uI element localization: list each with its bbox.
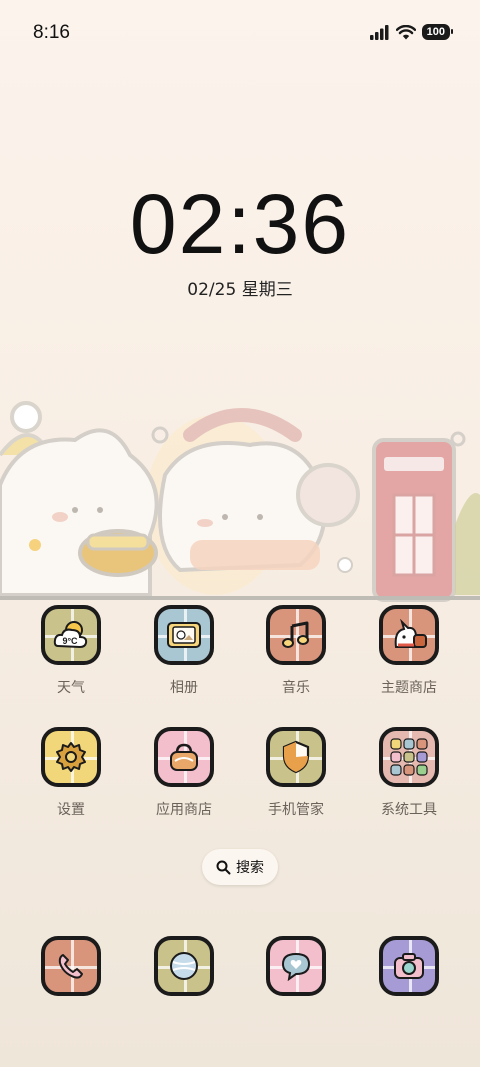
app-settings[interactable]: 设置 — [15, 727, 127, 819]
app-music[interactable]: 音乐 — [240, 605, 352, 697]
cellular-signal-icon — [369, 24, 389, 40]
app-label: 相册 — [170, 680, 198, 696]
dock-messages[interactable] — [240, 936, 352, 996]
settings-icon — [41, 727, 101, 787]
weather-temp: 9°C — [62, 636, 78, 646]
app-gallery[interactable]: 相册 — [128, 605, 240, 697]
phone-icon — [41, 936, 101, 996]
app-weather[interactable]: 9°C 天气 — [15, 605, 127, 697]
app-themes[interactable]: 主题商店 — [353, 605, 465, 697]
camera-icon — [379, 936, 439, 996]
lock-clock-date: 02/25 星期三 — [187, 280, 293, 300]
app-label: 主题商店 — [381, 680, 437, 696]
wallpaper-illustration — [0, 401, 480, 602]
status-bar: 8:16 100 — [0, 0, 480, 66]
app-app-store[interactable]: 应用商店 — [128, 727, 240, 819]
system-tools-icon — [379, 727, 439, 787]
app-label: 天气 — [57, 680, 85, 696]
gallery-icon — [154, 605, 214, 665]
app-label: 应用商店 — [156, 802, 212, 818]
dock-browser[interactable] — [128, 936, 240, 996]
wifi-icon — [395, 24, 416, 39]
wallpaper-ground-line — [0, 596, 480, 600]
browser-icon — [154, 936, 214, 996]
search-button[interactable]: 搜索 — [202, 849, 278, 885]
app-label: 手机管家 — [268, 802, 324, 818]
app-store-icon — [154, 727, 214, 787]
lock-clock-time: 02:36 — [129, 177, 351, 271]
battery-indicator: 100 — [421, 24, 454, 40]
status-icons: 100 — [369, 24, 454, 40]
search-icon — [216, 860, 231, 874]
security-icon — [266, 727, 326, 787]
app-security[interactable]: 手机管家 — [240, 727, 352, 819]
status-time: 8:16 — [33, 22, 70, 43]
app-label: 设置 — [57, 802, 85, 818]
app-system-tools[interactable]: 系统工具 — [353, 727, 465, 819]
themes-icon — [379, 605, 439, 665]
weather-icon: 9°C — [41, 605, 101, 665]
app-label: 音乐 — [282, 680, 310, 696]
dock-phone[interactable] — [15, 936, 127, 996]
messages-icon — [266, 936, 326, 996]
music-icon — [266, 605, 326, 665]
search-label: 搜索 — [236, 860, 264, 876]
app-label: 系统工具 — [381, 802, 437, 818]
dock-camera[interactable] — [353, 936, 465, 996]
